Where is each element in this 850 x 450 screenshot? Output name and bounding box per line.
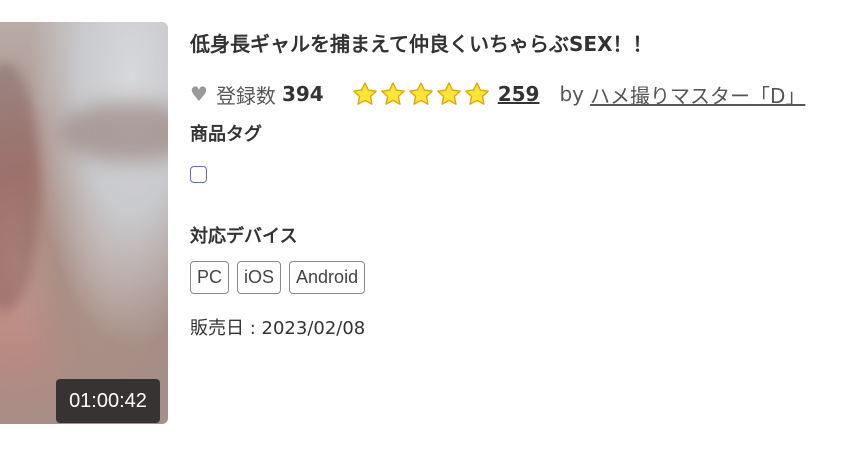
- star-icon: [464, 82, 489, 105]
- tag-checkbox[interactable]: [190, 166, 207, 183]
- thumbnail-shade: [0, 62, 40, 312]
- thumbnail-shade: [60, 102, 168, 162]
- heart-icon[interactable]: ♥: [190, 82, 208, 106]
- device-list: PC iOS Android: [190, 261, 366, 294]
- release-date: 販売日 : 2023/02/08: [190, 318, 366, 339]
- device-badge-pc: PC: [190, 261, 230, 294]
- device-badge-android: Android: [289, 261, 366, 294]
- devices-label: 対応デバイス: [190, 226, 298, 247]
- favorites-count: 394: [281, 82, 324, 106]
- tags-label: 商品タグ: [190, 124, 262, 145]
- maker-link[interactable]: ハメ撮りマスター「D」: [590, 80, 805, 109]
- star-icon: [380, 82, 405, 105]
- device-badge-ios: iOS: [237, 261, 282, 294]
- by-label: by: [559, 82, 584, 106]
- product-title[interactable]: 低身長ギャルを捕まえて仲良くいちゃらぶSEX！！: [190, 28, 653, 57]
- favorites-label: 登録数: [215, 83, 276, 108]
- video-thumbnail[interactable]: 01:00:42: [0, 22, 168, 424]
- duration-badge: 01:00:42: [56, 379, 160, 423]
- product-meta-row: ♥ 登録数 394 259 by ハメ撮りマスター「D」: [190, 80, 805, 108]
- rating-stars: [352, 81, 492, 107]
- star-icon: [436, 82, 461, 105]
- star-icon: [408, 82, 433, 105]
- star-icon: [352, 82, 377, 105]
- review-count-link[interactable]: 259: [498, 82, 540, 106]
